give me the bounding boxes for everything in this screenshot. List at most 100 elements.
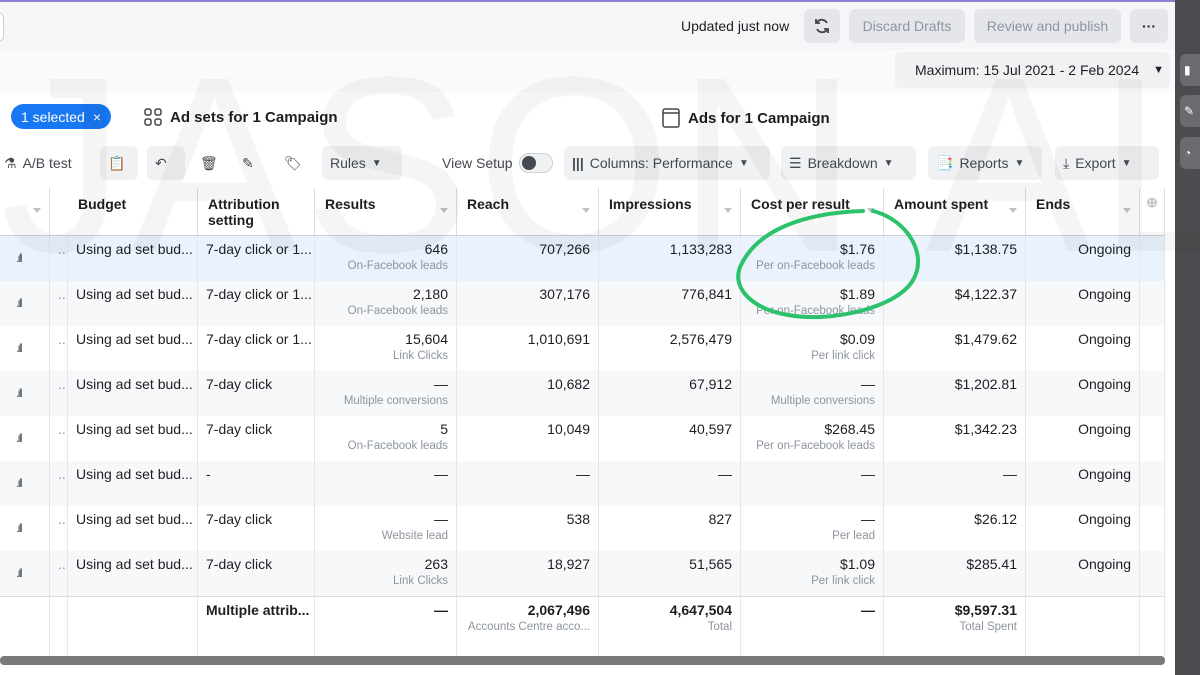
header-cell-ends[interactable]: Ends bbox=[1026, 188, 1140, 236]
column-header-label: Ends bbox=[1036, 196, 1071, 212]
table-row[interactable]: .ıIl.. Using ad set bud... 7-day click 263 L… bbox=[0, 551, 1165, 596]
refresh-button[interactable] bbox=[804, 9, 840, 43]
horizontal-scrollbar[interactable] bbox=[0, 656, 1165, 665]
undo-button[interactable]: ↶ bbox=[147, 146, 185, 180]
header-cell-status[interactable] bbox=[0, 188, 50, 236]
selection-pill[interactable]: 1 selected × bbox=[11, 104, 111, 129]
header-cell-results[interactable]: Results bbox=[315, 188, 457, 236]
table-cell: 7-day click or 1... bbox=[198, 326, 315, 371]
discard-drafts-button[interactable]: Discard Drafts bbox=[849, 9, 965, 43]
table-row[interactable]: .ıIl.. Using ad set bud... 7-day click 5 On-… bbox=[0, 416, 1165, 461]
sort-caret-icon[interactable] bbox=[1123, 208, 1131, 213]
rules-button[interactable]: Rules ▼ bbox=[322, 146, 402, 180]
view-setup-toggle[interactable]: View Setup bbox=[434, 146, 561, 180]
table-cell bbox=[50, 597, 68, 656]
table-row[interactable]: .ıIl.. Using ad set bud... 7-day click or … bbox=[0, 326, 1165, 371]
export-label: Export bbox=[1075, 155, 1116, 171]
table-cell: Using ad set bud... bbox=[68, 461, 198, 506]
caret-down-icon: ▼ bbox=[738, 157, 749, 169]
cell-subtext: Per link click bbox=[811, 575, 875, 587]
truncation-dots: .. bbox=[58, 511, 66, 527]
performance-chart-icon[interactable]: .ıIl bbox=[16, 476, 41, 490]
more-options-button[interactable]: ··· bbox=[1130, 9, 1168, 43]
table-row[interactable]: .ıIl.. Using ad set bud... 7-day click — Mul… bbox=[0, 371, 1165, 416]
sort-caret-icon[interactable] bbox=[867, 208, 875, 213]
tag-button[interactable]: 🏷 bbox=[276, 146, 310, 180]
tag-icon: 🏷 bbox=[284, 154, 302, 171]
performance-chart-icon[interactable]: .ıIl bbox=[16, 386, 41, 400]
cell-value: 307,176 bbox=[539, 286, 590, 302]
close-icon[interactable]: × bbox=[93, 109, 101, 125]
cell-value: Using ad set bud... bbox=[76, 241, 193, 257]
header-cell-impressions[interactable]: Impressions bbox=[599, 188, 741, 236]
toggle-switch[interactable] bbox=[518, 153, 553, 173]
truncation-dots: .. bbox=[58, 241, 66, 257]
column-header-label: Amount spent bbox=[894, 196, 989, 212]
review-publish-button[interactable]: Review and publish bbox=[974, 9, 1121, 43]
cell-value: $1,138.75 bbox=[954, 241, 1017, 257]
truncation-dots: .. bbox=[58, 286, 66, 302]
table-cell: Ongoing bbox=[1026, 326, 1140, 371]
tab-ads[interactable]: Ads for 1 Campaign bbox=[662, 108, 830, 128]
cell-subtext: On-Facebook leads bbox=[347, 305, 448, 317]
sort-caret-icon[interactable] bbox=[1009, 208, 1017, 213]
breakdown-button[interactable]: ☰ Breakdown ▼ bbox=[781, 146, 916, 180]
header-cell-reach[interactable]: Reach bbox=[457, 188, 599, 236]
table-cell: 646 On-Facebook leads bbox=[315, 236, 457, 281]
table-cell: Ongoing bbox=[1026, 506, 1140, 551]
header-cell-attribution-setting[interactable]: Attribution setting bbox=[198, 188, 315, 236]
table-row[interactable]: .ıIl.. Using ad set bud... 7-day click or … bbox=[0, 281, 1165, 326]
export-button[interactable]: ⤓ Export ▼ bbox=[1055, 146, 1159, 180]
sort-caret-icon[interactable] bbox=[33, 208, 41, 213]
delete-button[interactable]: 🗑 bbox=[192, 146, 226, 180]
edit-pen-icon[interactable]: ✎ bbox=[1180, 95, 1200, 127]
table-cell: $285.41 bbox=[884, 551, 1026, 596]
date-range-picker[interactable]: Maximum: 15 Jul 2021 - 2 Feb 2024 ▼ bbox=[895, 52, 1170, 88]
edit-button[interactable]: ✎ bbox=[234, 146, 262, 180]
cell-value: $1.89 bbox=[839, 286, 875, 302]
table-cell: .. bbox=[50, 236, 68, 281]
performance-chart-icon[interactable]: .ıIl bbox=[16, 521, 41, 535]
tab-ad-sets[interactable]: Ad sets for 1 Campaign bbox=[144, 108, 338, 126]
sort-caret-icon[interactable] bbox=[440, 208, 448, 213]
sort-caret-icon[interactable] bbox=[724, 208, 732, 213]
clock-icon[interactable]: ◔ bbox=[1180, 137, 1200, 169]
duplicate-button[interactable]: 📋 bbox=[100, 146, 138, 180]
header-cell-amount-spent[interactable]: Amount spent bbox=[884, 188, 1026, 236]
table-row[interactable]: .ıIl.. Using ad set bud... 7-day click or … bbox=[0, 236, 1165, 281]
performance-chart-icon[interactable]: .ıIl bbox=[16, 566, 41, 580]
ab-test-button[interactable]: ⚗ A/B test bbox=[0, 146, 80, 180]
table-cell: 10,682 bbox=[457, 371, 599, 416]
performance-chart-icon[interactable]: .ıIl bbox=[16, 296, 41, 310]
cell-value: $268.45 bbox=[824, 421, 875, 437]
cell-value: $1,342.23 bbox=[954, 421, 1017, 437]
add-column-button[interactable]: ⊕ bbox=[1140, 188, 1165, 236]
performance-chart-icon[interactable]: .ıIl bbox=[16, 431, 41, 445]
cell-value: — bbox=[434, 602, 448, 618]
cell-value: Using ad set bud... bbox=[76, 286, 193, 302]
cell-value: $9,597.31 bbox=[954, 602, 1017, 618]
performance-chart-icon[interactable]: .ıIl bbox=[16, 251, 41, 265]
cell-value: Ongoing bbox=[1078, 556, 1131, 572]
clipboard-icon: 📋 bbox=[108, 154, 126, 171]
cell-subtext: Link Clicks bbox=[393, 575, 448, 587]
left-control-stub[interactable] bbox=[0, 12, 4, 42]
chart-icon[interactable]: ▮ bbox=[1180, 54, 1200, 86]
header-cell-budget[interactable]: Budget bbox=[68, 188, 198, 236]
header-cell-cost-per-result[interactable]: Cost per result bbox=[741, 188, 884, 236]
table-row[interactable]: .ıIl.. Using ad set bud... 7-day click — Web… bbox=[0, 506, 1165, 551]
table-cell: Ongoing bbox=[1026, 416, 1140, 461]
reports-button[interactable]: 📑 Reports ▼ bbox=[928, 146, 1042, 180]
cell-value: 7-day click bbox=[206, 556, 273, 572]
table-row[interactable]: .ıIl.. Using ad set bud... - — — — — — Ongoing bbox=[0, 461, 1165, 506]
table-cell bbox=[1140, 461, 1165, 506]
table-cell: 1,010,691 bbox=[457, 326, 599, 371]
table-cell: — bbox=[884, 461, 1026, 506]
cell-value: $26.12 bbox=[974, 511, 1017, 527]
table-cell: Multiple attrib... bbox=[198, 597, 315, 656]
columns-button[interactable]: ||| Columns: Performance ▼ bbox=[564, 146, 770, 180]
ab-test-label: A/B test bbox=[22, 155, 72, 171]
sort-caret-icon[interactable] bbox=[582, 208, 590, 213]
performance-chart-icon[interactable]: .ıIl bbox=[16, 341, 41, 355]
breakdown-label: Breakdown bbox=[807, 155, 878, 171]
